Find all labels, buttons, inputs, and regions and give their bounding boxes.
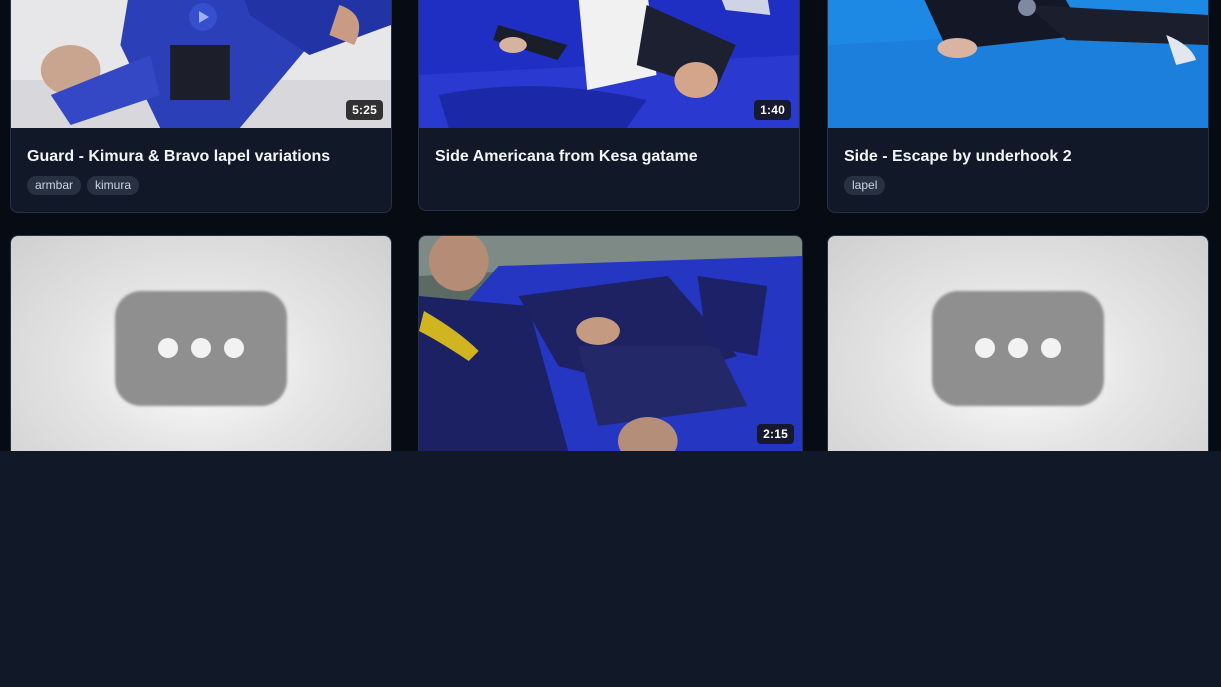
tag-list: armbar kimura — [27, 176, 375, 195]
video-card[interactable] — [827, 235, 1209, 451]
video-card[interactable] — [10, 235, 392, 451]
loading-dot — [158, 338, 178, 358]
thumbnail-image — [11, 0, 391, 128]
loading-dot — [975, 338, 995, 358]
video-thumbnail[interactable] — [828, 0, 1208, 128]
page-background — [0, 451, 1221, 687]
tag-chip[interactable]: lapel — [844, 176, 886, 195]
thumbnail-image — [419, 236, 802, 451]
loading-dot — [1008, 338, 1028, 358]
video-duration: 5:25 — [346, 100, 383, 120]
video-thumbnail[interactable]: 1:40 — [419, 0, 799, 128]
video-title[interactable]: Side - Escape by underhook 2 — [844, 147, 1192, 166]
video-title[interactable]: Guard - Kimura & Bravo lapel variations — [27, 147, 375, 166]
loading-dot — [224, 338, 244, 358]
video-card[interactable]: Side - Escape by underhook 2 lapel — [827, 0, 1209, 213]
video-card[interactable]: 1:40 Side Americana from Kesa gatame — [418, 0, 800, 211]
tag-list: lapel — [844, 176, 1192, 195]
video-thumbnail-placeholder[interactable] — [828, 236, 1208, 451]
loading-dot — [1041, 338, 1061, 358]
tag-chip[interactable]: kimura — [87, 176, 140, 195]
video-thumbnail[interactable]: 5:25 — [11, 0, 391, 128]
video-duration: 1:40 — [754, 100, 791, 120]
thumbnail-image — [419, 0, 799, 128]
video-thumbnail-placeholder[interactable] — [11, 236, 391, 451]
loading-dot — [191, 338, 211, 358]
video-grid: 5:25 Guard - Kimura & Bravo lapel variat… — [0, 0, 1221, 451]
video-card[interactable]: 2:15 — [418, 235, 803, 451]
video-card[interactable]: 5:25 Guard - Kimura & Bravo lapel variat… — [10, 0, 392, 213]
video-title[interactable]: Side Americana from Kesa gatame — [435, 147, 783, 166]
tag-chip[interactable]: armbar — [27, 176, 82, 195]
video-duration: 2:15 — [757, 424, 794, 444]
video-thumbnail[interactable]: 2:15 — [419, 236, 802, 451]
thumbnail-image — [828, 0, 1208, 128]
